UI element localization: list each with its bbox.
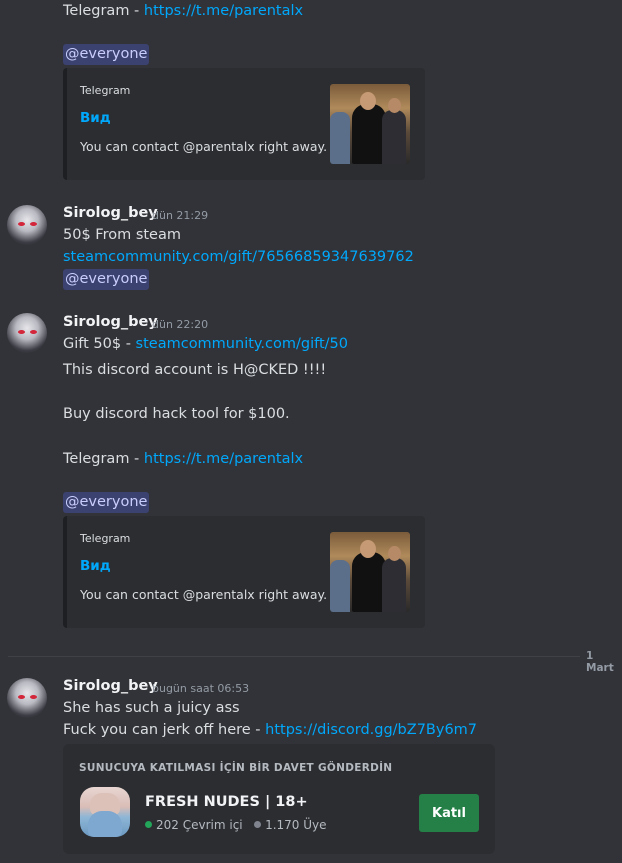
embed-title[interactable]: Вид — [80, 110, 111, 126]
server-name: FRESH NUDES | 18+ — [145, 794, 308, 810]
message-text: 50$ From steam — [63, 227, 181, 243]
everyone-mention[interactable]: @everyone — [63, 44, 150, 65]
link-embed: Telegram Вид You can contact @parentalx … — [63, 68, 425, 180]
discord-invite-link[interactable]: https://discord.gg/bZ7By6m7 — [265, 722, 477, 738]
date-divider — [8, 656, 580, 657]
user-avatar[interactable] — [7, 205, 47, 245]
embed-thumbnail[interactable] — [330, 84, 410, 164]
username[interactable]: Sirolog_bey — [63, 678, 158, 694]
user-avatar[interactable] — [7, 313, 47, 353]
member-count: 1.170 Üye — [265, 818, 327, 832]
message-text: Telegram - https://t.me/parentalx — [63, 3, 303, 19]
invite-heading: SUNUCUYA KATILMASI İÇİN BİR DAVET GÖNDER… — [79, 762, 393, 774]
user-avatar[interactable] — [7, 678, 47, 718]
telegram-prefix: Telegram - — [63, 3, 144, 19]
timestamp: dün 21:29 — [152, 209, 209, 222]
steam-gift-link[interactable]: steamcommunity.com/gift/7656685934763976… — [63, 249, 414, 265]
online-dot-icon — [145, 821, 152, 828]
message-text: Buy discord hack tool for $100. — [63, 406, 290, 422]
join-button[interactable]: Katıl — [419, 794, 479, 832]
message-text: She has such a juicy ass — [63, 700, 240, 716]
message-text: Gift 50$ - steamcommunity.com/gift/50 — [63, 336, 348, 352]
embed-thumbnail[interactable] — [330, 532, 410, 612]
server-invite-card: SUNUCUYA KATILMASI İÇİN BİR DAVET GÖNDER… — [63, 744, 495, 854]
username[interactable]: Sirolog_bey — [63, 205, 158, 221]
server-icon — [80, 787, 130, 837]
telegram-link[interactable]: https://t.me/parentalx — [144, 3, 303, 19]
message-text: This discord account is H@CKED !!!! — [63, 362, 327, 378]
embed-provider: Telegram — [80, 532, 131, 545]
online-count: 202 Çevrim içi — [156, 818, 243, 832]
link-embed: Telegram Вид You can contact @parentalx … — [63, 516, 425, 628]
embed-description: You can contact @parentalx right away. — [80, 139, 328, 154]
embed-title[interactable]: Вид — [80, 558, 111, 574]
message-text: Fuck you can jerk off here - https://dis… — [63, 722, 477, 738]
embed-description: You can contact @parentalx right away. — [80, 587, 328, 602]
steam-gift-link[interactable]: steamcommunity.com/gift/50 — [136, 336, 348, 352]
username[interactable]: Sirolog_bey — [63, 314, 158, 330]
timestamp: bugün saat 06:53 — [152, 682, 250, 695]
gift-prefix: Gift 50$ - — [63, 336, 136, 352]
telegram-link[interactable]: https://t.me/parentalx — [144, 451, 303, 467]
embed-provider: Telegram — [80, 84, 131, 97]
invite-prefix: Fuck you can jerk off here - — [63, 722, 266, 738]
everyone-mention[interactable]: @everyone — [63, 269, 150, 290]
message-text: steamcommunity.com/gift/7656685934763976… — [63, 249, 414, 265]
server-stats: 202 Çevrim içi 1.170 Üye — [145, 818, 327, 832]
date-divider-label: 1 Mart — [586, 650, 614, 674]
message-text: Telegram - https://t.me/parentalx — [63, 451, 303, 467]
everyone-mention[interactable]: @everyone — [63, 492, 150, 513]
timestamp: dün 22:20 — [152, 318, 209, 331]
member-dot-icon — [254, 821, 262, 828]
telegram-prefix: Telegram - — [63, 451, 144, 467]
